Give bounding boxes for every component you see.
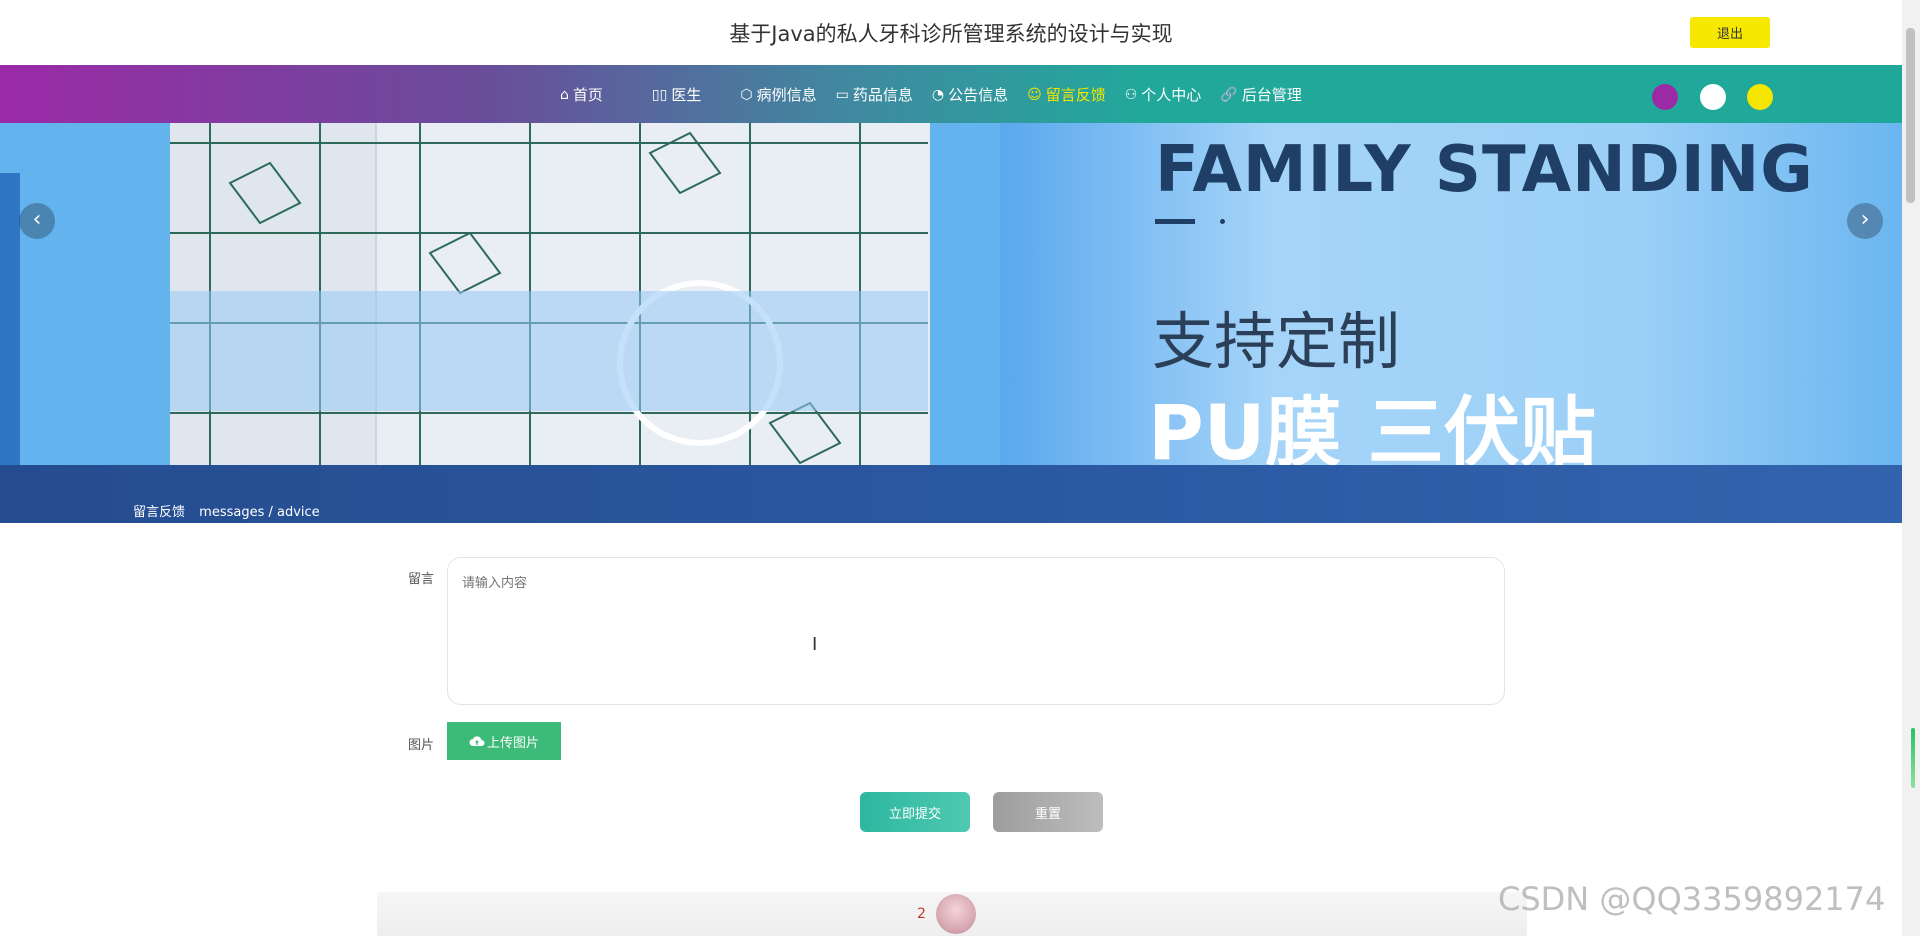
message-textarea[interactable] <box>447 557 1505 705</box>
message-label: 留言 <box>408 572 435 587</box>
comment-count: 2 <box>917 906 926 922</box>
nav-item-admin[interactable]: 🔗 后台管理 <box>1220 84 1301 105</box>
site-title: 基于Java的私人牙科诊所管理系统的设计与实现 <box>729 22 1173 46</box>
banner-subheadline: 支持定制 <box>1152 305 1401 378</box>
home-icon: ⌂ <box>560 86 569 103</box>
logout-button[interactable]: 退出 <box>1690 17 1770 48</box>
document-icon: ▭ <box>835 86 849 103</box>
nav-item-home[interactable]: ⌂ 首页 <box>560 84 603 105</box>
nav-menu: ⌂ 首页 ▯▯ 医生 ⬡ 病例信息 ▭ 药品信息 ◔ 公告信息 ☺ 留言反馈 ⚇… <box>560 84 1321 105</box>
link-icon: 🔗 <box>1220 86 1238 103</box>
cloud-upload-icon <box>469 736 485 746</box>
banner-divider-dot <box>1220 219 1225 224</box>
nav-item-doctors[interactable]: ▯▯ 医生 <box>652 84 701 105</box>
nav-item-profile[interactable]: ⚇ 个人中心 <box>1125 84 1202 105</box>
image-label: 图片 <box>408 738 435 753</box>
text-cursor-icon: I <box>812 634 818 655</box>
breadcrumb: 留言反馈 messages / advice <box>133 501 320 520</box>
nav-item-medicines[interactable]: ▭ 药品信息 <box>836 84 913 105</box>
nav-item-feedback[interactable]: ☺ 留言反馈 <box>1027 84 1106 105</box>
breadcrumb-title: 留言反馈 <box>133 505 186 520</box>
breadcrumb-path: messages / advice <box>199 505 320 520</box>
chevron-left-icon: ‹ <box>32 207 42 232</box>
banner-carousel: FAMILY STANDING 支持定制 PU膜 三伏贴 <box>0 123 1902 465</box>
nav-item-label: 个人中心 <box>1141 86 1202 104</box>
scrollbar-thumb[interactable] <box>1906 28 1915 203</box>
nav-item-cases[interactable]: ⬡ 病例信息 <box>740 84 816 105</box>
theme-dot-purple[interactable] <box>1652 84 1678 110</box>
banner-headline: FAMILY STANDING <box>1155 133 1814 207</box>
watermark: CSDN @QQ3359892174 <box>1498 880 1886 918</box>
submit-button[interactable]: 立即提交 <box>860 792 970 832</box>
nav-item-label: 公告信息 <box>948 86 1009 104</box>
scroll-progress-indicator <box>1911 728 1915 788</box>
upload-image-label: 上传图片 <box>486 735 539 751</box>
nav-item-label: 药品信息 <box>852 86 913 104</box>
user-icon: ⚇ <box>1124 86 1138 103</box>
banner-left-edge <box>0 173 20 465</box>
nav-item-label: 首页 <box>572 86 603 104</box>
dashboard-icon: ◔ <box>931 86 945 103</box>
theme-dot-yellow[interactable] <box>1747 84 1773 110</box>
carousel-prev-button[interactable]: ‹ <box>19 203 55 239</box>
book-icon: ▯▯ <box>651 86 668 103</box>
chevron-right-icon: › <box>1860 207 1870 232</box>
upload-image-button[interactable]: 上传图片 <box>447 722 561 760</box>
nav-item-label: 后台管理 <box>1241 86 1302 104</box>
top-bar: 基于Java的私人牙科诊所管理系统的设计与实现 退出 <box>0 0 1902 65</box>
reset-button[interactable]: 重置 <box>993 792 1103 832</box>
nav-item-label: 医生 <box>671 86 702 104</box>
carousel-next-button[interactable]: › <box>1847 203 1883 239</box>
smile-icon: ☺ <box>1027 86 1042 103</box>
banner-tape-overlay <box>170 291 928 411</box>
banner-product: PU膜 三伏贴 <box>1148 388 1596 465</box>
theme-dot-white[interactable] <box>1700 84 1726 110</box>
cube-icon: ⬡ <box>740 86 753 103</box>
avatar <box>936 894 976 934</box>
banner-divider <box>1155 219 1195 224</box>
nav-item-label: 留言反馈 <box>1045 86 1106 104</box>
nav-item-label: 病例信息 <box>756 86 817 104</box>
nav-item-notices[interactable]: ◔ 公告信息 <box>932 84 1008 105</box>
